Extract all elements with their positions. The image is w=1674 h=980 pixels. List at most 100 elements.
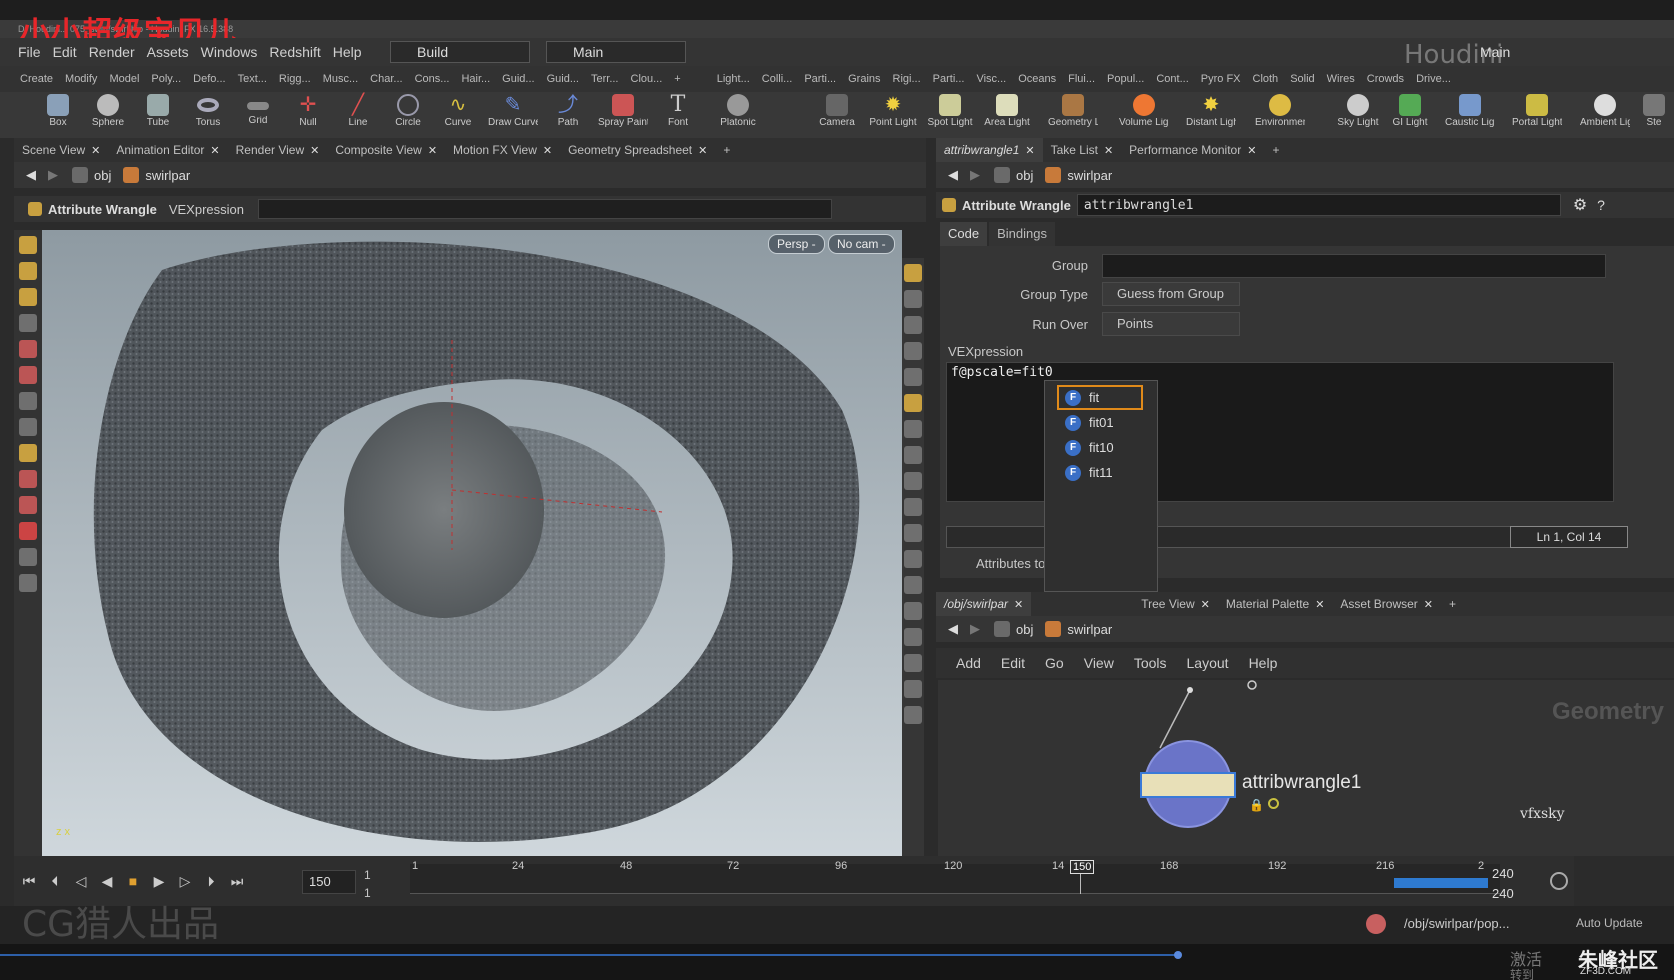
menu-edit[interactable]: Edit xyxy=(47,38,83,66)
close-icon[interactable]: ✕ xyxy=(310,145,319,157)
close-icon[interactable]: ✕ xyxy=(698,145,707,157)
menu-render[interactable]: Render xyxy=(83,38,141,66)
tool-grid[interactable]: Grid xyxy=(233,92,283,138)
snapshot-icon[interactable] xyxy=(904,472,922,490)
magnet-icon[interactable] xyxy=(19,522,37,540)
path-node[interactable]: swirlpar xyxy=(139,168,196,183)
layout-select[interactable]: Main xyxy=(546,41,686,63)
back-icon[interactable]: ◀ xyxy=(942,167,964,183)
close-icon[interactable]: ✕ xyxy=(1201,599,1210,611)
ghost-icon[interactable] xyxy=(904,342,922,360)
network-menu-layout[interactable]: Layout xyxy=(1177,655,1239,671)
scene-viewport[interactable] xyxy=(42,230,902,856)
wireframe-icon[interactable] xyxy=(904,290,922,308)
shelf-tab-guide2[interactable]: Guid... xyxy=(541,66,585,92)
tool-camera[interactable]: Camera xyxy=(812,92,862,138)
start-frame-2[interactable]: 1 xyxy=(364,886,371,900)
shelf-tab-poly[interactable]: Poly... xyxy=(145,66,187,92)
headlight-icon[interactable] xyxy=(904,420,922,438)
network-menu-view[interactable]: View xyxy=(1074,655,1124,671)
tool-draw-curve[interactable]: ✎ Draw Curve xyxy=(488,92,538,138)
tab-material-palette[interactable]: Material Palette ✕ xyxy=(1218,592,1333,617)
close-icon[interactable]: ✕ xyxy=(1247,145,1256,157)
tool-curve[interactable]: ∿ Curve xyxy=(433,92,483,138)
close-icon[interactable]: ✕ xyxy=(1424,599,1433,611)
tool-distant-light[interactable]: ✸Distant Light xyxy=(1186,92,1236,138)
tool-null[interactable]: ✛ Null xyxy=(283,92,333,138)
step-back-icon[interactable]: ◁ xyxy=(68,868,94,894)
shelf-tab-particles[interactable]: Parti... xyxy=(798,66,842,92)
tool-platonic[interactable]: Platonic xyxy=(713,92,763,138)
back-icon[interactable]: ◀ xyxy=(20,167,42,183)
shelf-tab-rigging[interactable]: Rigg... xyxy=(273,66,317,92)
close-icon[interactable]: ✕ xyxy=(1025,145,1034,157)
shelf-tab-deform[interactable]: Defo... xyxy=(187,66,231,92)
end-frame[interactable]: 240 xyxy=(1492,866,1514,881)
shelf-tab-model[interactable]: Model xyxy=(103,66,145,92)
shelf-tab-grains[interactable]: Grains xyxy=(842,66,886,92)
handle-icon[interactable] xyxy=(19,288,37,306)
operation-field[interactable] xyxy=(257,199,832,219)
tab-performance-monitor[interactable]: Performance Monitor ✕ xyxy=(1121,138,1264,163)
wrangle-node[interactable] xyxy=(1140,740,1236,828)
gear-icon[interactable]: ⚙ xyxy=(1573,195,1587,215)
tool-volume-light[interactable]: Volume Light xyxy=(1119,92,1169,138)
shelf-tab-pyro[interactable]: Pyro FX xyxy=(1195,66,1247,92)
network-menu-go[interactable]: Go xyxy=(1035,655,1074,671)
scale-icon[interactable] xyxy=(19,392,37,410)
shelf-tab-lights[interactable]: Light... xyxy=(711,66,756,92)
forward-icon[interactable]: ▶ xyxy=(964,621,986,637)
right-layout[interactable]: Main xyxy=(1480,44,1510,60)
snap-icon[interactable] xyxy=(19,470,37,488)
lock-icon[interactable] xyxy=(904,316,922,334)
render-region-icon[interactable] xyxy=(904,706,922,724)
next-key-icon[interactable]: ⏵ xyxy=(198,868,224,894)
path-node[interactable]: swirlpar xyxy=(1061,168,1118,183)
tool-stereo[interactable]: Ste xyxy=(1634,92,1674,138)
shelf-tab-drive[interactable]: Drive... xyxy=(1410,66,1457,92)
shelf-tab-container[interactable]: Cont... xyxy=(1150,66,1194,92)
tab-motion-fx-view[interactable]: Motion FX View ✕ xyxy=(445,138,560,163)
tab-asset-browser[interactable]: Asset Browser ✕ xyxy=(1332,592,1441,617)
auto-update[interactable]: Auto Update xyxy=(1576,916,1643,930)
close-icon[interactable]: ✕ xyxy=(1014,599,1023,611)
select-icon[interactable] xyxy=(19,236,37,254)
autocomplete-item[interactable]: Ffit xyxy=(1057,385,1143,410)
abc-icon[interactable] xyxy=(904,680,922,698)
close-icon[interactable]: ✕ xyxy=(543,145,552,157)
tool-portal-light[interactable]: Portal Light xyxy=(1512,92,1562,138)
add-tab-icon[interactable]: + xyxy=(715,138,738,162)
start-frame[interactable]: 1 xyxy=(364,868,371,882)
shading-icon[interactable] xyxy=(904,368,922,386)
desktop-select[interactable]: Build xyxy=(390,41,530,63)
tab-parameters[interactable]: attribwrangle1 ✕ xyxy=(936,137,1043,163)
numbers-icon[interactable] xyxy=(904,576,922,594)
tool-font[interactable]: T Font xyxy=(653,92,703,138)
help-icon[interactable]: ? xyxy=(1597,197,1605,213)
tool-area-light[interactable]: Area Light xyxy=(982,92,1032,138)
shelf-tab-characters[interactable]: Char... xyxy=(364,66,408,92)
tool-torus[interactable]: Torus xyxy=(183,92,233,138)
camera-view-icon[interactable] xyxy=(19,548,37,566)
persp-menu[interactable]: Persp - xyxy=(768,234,825,254)
shelf-tab-particle-fluids[interactable]: Parti... xyxy=(927,66,971,92)
background-icon[interactable] xyxy=(904,446,922,464)
tool-sphere[interactable]: Sphere xyxy=(83,92,133,138)
shelf-tab-cloth[interactable]: Cloth xyxy=(1247,66,1285,92)
tab-animation-editor[interactable]: Animation Editor ✕ xyxy=(108,138,227,163)
camera-menu[interactable]: No cam - xyxy=(828,234,895,254)
shelf-tab-guide1[interactable]: Guid... xyxy=(496,66,540,92)
tab-composite-view[interactable]: Composite View ✕ xyxy=(327,138,445,163)
light-view-icon[interactable] xyxy=(19,574,37,592)
light-toggle-icon[interactable] xyxy=(904,394,922,412)
tab-render-view[interactable]: Render View ✕ xyxy=(228,138,328,163)
tool-sky-light[interactable]: Sky Light xyxy=(1333,92,1383,138)
shelf-tab-muscles[interactable]: Musc... xyxy=(317,66,364,92)
close-icon[interactable]: ✕ xyxy=(1104,145,1113,157)
add-tab-icon[interactable]: + xyxy=(1441,592,1464,616)
points-icon[interactable] xyxy=(904,524,922,542)
network-menu-edit[interactable]: Edit xyxy=(991,655,1035,671)
video-progress-handle[interactable] xyxy=(1174,951,1182,959)
close-icon[interactable]: ✕ xyxy=(91,145,100,157)
shelf-tab-terrain[interactable]: Terr... xyxy=(585,66,625,92)
